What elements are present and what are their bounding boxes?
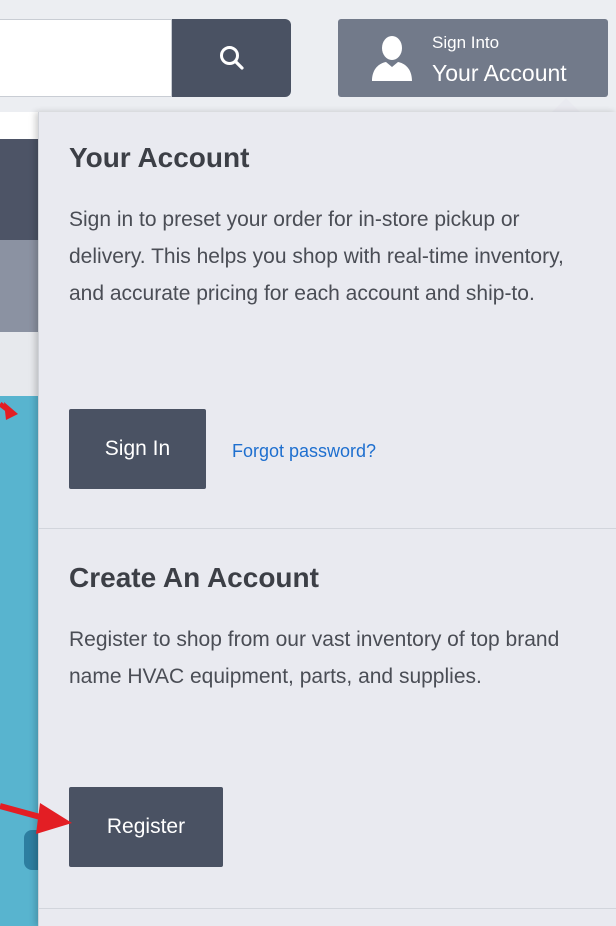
create-account-heading: Create An Account [69,562,319,593]
account-dropdown-panel: Your Account Sign in to preset your orde… [38,112,616,926]
register-button[interactable]: Register [69,787,223,867]
search-input[interactable] [0,19,172,97]
site-header: Sign Into Your Account [0,0,616,112]
section-divider-bottom [39,908,616,909]
background-nav-bar [0,140,40,240]
search-button[interactable] [172,19,291,97]
user-silhouette-icon [372,36,412,81]
account-button-subtitle: Sign Into [432,33,500,52]
create-account-description: Register to shop from our vast inventory… [69,628,560,688]
sign-in-button[interactable]: Sign In [69,409,206,489]
your-account-heading: Your Account [69,142,250,173]
dropdown-caret [551,98,581,113]
forgot-password-link[interactable]: Forgot password? [232,441,376,462]
section-divider [39,528,616,529]
sign-in-account-button[interactable]: Sign Into Your Account [338,19,608,97]
background-content [0,332,40,396]
search-icon [219,46,244,70]
background-subnav-bar [0,240,40,332]
account-button-title: Your Account [432,60,567,86]
your-account-description: Sign in to preset your order for in-stor… [69,208,564,305]
